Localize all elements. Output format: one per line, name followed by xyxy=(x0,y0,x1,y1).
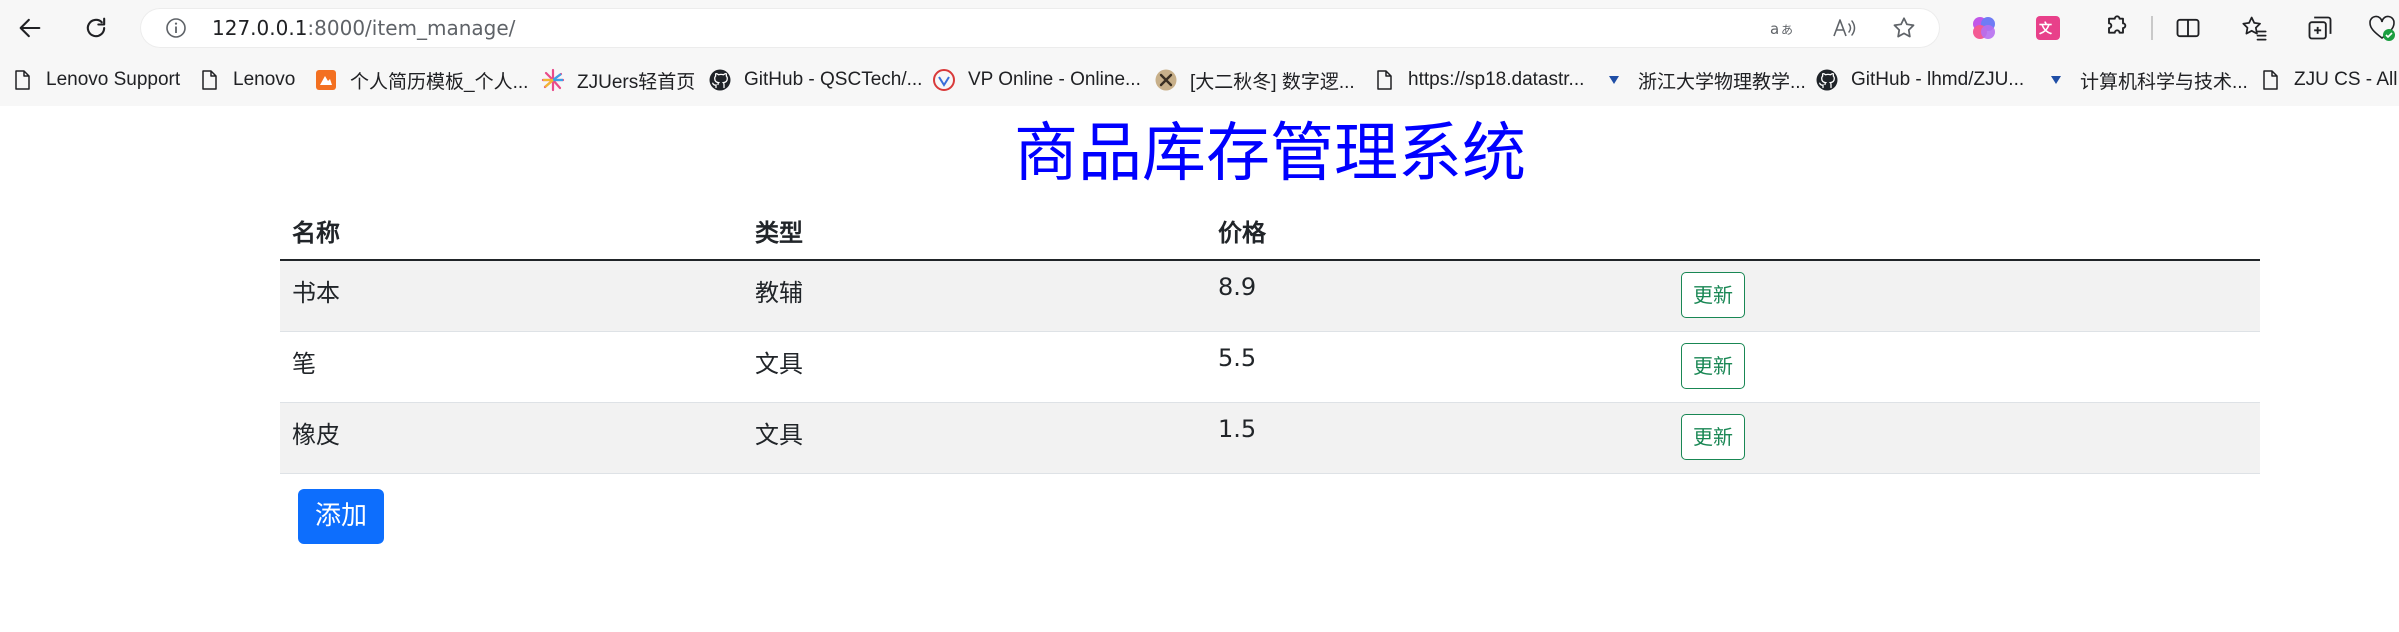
bookmark-item[interactable]: Lenovo xyxy=(197,64,295,96)
header-action xyxy=(1669,202,2260,261)
bookmarks-bar: Lenovo Support Lenovo 个人简历模板_个人... ZJUer… xyxy=(0,56,2399,106)
header-type: 类型 xyxy=(743,202,1206,261)
collections-button[interactable] xyxy=(2304,12,2336,44)
table-row: 书本 教辅 8.9 更新 xyxy=(280,260,2260,332)
page-icon xyxy=(10,68,34,92)
bookmark-item[interactable]: GitHub - lhmd/ZJU... xyxy=(1815,64,2024,96)
bookmark-item[interactable]: ZJU CS - All S xyxy=(2258,64,2399,96)
cell-type: 文具 xyxy=(743,402,1206,474)
cell-type: 教辅 xyxy=(743,260,1206,332)
header-name: 名称 xyxy=(280,202,743,261)
collections-icon xyxy=(2308,16,2332,40)
cross-icon xyxy=(1154,68,1178,92)
translate-button[interactable]: a あ xyxy=(1768,14,1796,42)
bookmark-item[interactable]: [大二秋冬] 数字逻... xyxy=(1154,64,1355,96)
cell-name: 橡皮 xyxy=(280,402,743,474)
table-header-row: 名称 类型 价格 xyxy=(280,202,2260,261)
copilot-button[interactable] xyxy=(1968,12,2000,44)
bookmark-label: 个人简历模板_个人... xyxy=(350,71,529,93)
bookmark-item[interactable]: 计算机科学与技术... xyxy=(2044,64,2248,96)
read-aloud-icon xyxy=(1833,19,1856,37)
github-icon xyxy=(708,68,732,92)
bookmark-label: ZJUers轻首页 xyxy=(577,71,696,93)
extensions-button[interactable] xyxy=(2100,12,2132,44)
back-arrow-icon xyxy=(19,18,41,38)
address-bar[interactable]: 127.0.0.1:8000/item_manage/ a あ xyxy=(140,8,1940,48)
bookmark-label: 浙江大学物理教学... xyxy=(1638,71,1806,93)
svg-text:あ: あ xyxy=(1781,23,1793,37)
update-button[interactable]: 更新 xyxy=(1681,413,1745,460)
toolbar-divider xyxy=(2151,16,2153,40)
cell-name: 笔 xyxy=(280,331,743,403)
bookmark-label: GitHub - QSCTech/... xyxy=(744,69,923,90)
cell-price: 1.5 xyxy=(1206,402,1669,474)
bookmark-item[interactable]: https://sp18.datastr... xyxy=(1372,64,1584,96)
url-path: :8000/item_manage/ xyxy=(307,16,516,40)
bookmark-label: [大二秋冬] 数字逻... xyxy=(1190,71,1355,93)
bookmark-item[interactable]: 个人简历模板_个人... xyxy=(314,64,528,96)
cell-price: 5.5 xyxy=(1206,331,1669,403)
bookmark-item[interactable]: VP Online - Online... xyxy=(932,64,1141,96)
site-info-icon[interactable] xyxy=(164,16,188,40)
bookmark-label: https://sp18.datastr... xyxy=(1408,69,1585,90)
favorites-list-icon xyxy=(2242,16,2267,41)
triangle-icon xyxy=(2044,68,2068,92)
github-icon xyxy=(1815,68,1839,92)
favorites-button[interactable] xyxy=(2238,12,2270,44)
page-icon xyxy=(1372,68,1396,92)
translator-extension-icon: 文 xyxy=(2036,16,2060,40)
split-screen-button[interactable] xyxy=(2172,12,2204,44)
translate-icon: a あ xyxy=(1770,20,1793,38)
url-host: 127.0.0.1 xyxy=(212,16,308,40)
svg-text:a: a xyxy=(1770,20,1779,38)
back-button[interactable] xyxy=(10,8,50,48)
cell-action: 更新 xyxy=(1669,331,2260,403)
bookmark-item[interactable]: Lenovo Support xyxy=(10,64,180,96)
performance-button[interactable] xyxy=(2366,12,2398,44)
page-content: 商品库存管理系统 名称 类型 价格 书本 教辅 8.9 更新 笔 文具 5.5 … xyxy=(0,106,2399,632)
copilot-icon xyxy=(1973,17,1995,39)
bookmark-item[interactable]: 浙江大学物理教学... xyxy=(1602,64,1806,96)
bookmark-label: GitHub - lhmd/ZJU... xyxy=(1851,69,2025,90)
cell-type: 文具 xyxy=(743,331,1206,403)
vp-online-icon xyxy=(932,68,956,92)
star-icon xyxy=(1893,17,1915,38)
page-title: 商品库存管理系统 xyxy=(1014,117,1526,191)
update-button[interactable]: 更新 xyxy=(1681,272,1745,318)
cell-price: 8.9 xyxy=(1206,260,1669,332)
header-price: 价格 xyxy=(1206,202,1669,261)
read-aloud-button[interactable] xyxy=(1830,14,1858,42)
add-button[interactable]: 添加 xyxy=(298,489,384,544)
items-table: 名称 类型 价格 书本 教辅 8.9 更新 笔 文具 5.5 更新 橡皮 文具 xyxy=(280,202,2260,474)
bookmark-label: 计算机科学与技术... xyxy=(2080,71,2248,93)
split-screen-icon xyxy=(2176,18,2200,38)
bookmark-item[interactable]: GitHub - QSCTech/... xyxy=(708,64,922,96)
pinwheel-icon xyxy=(541,68,565,92)
table-row: 笔 文具 5.5 更新 xyxy=(280,331,2260,403)
cell-action: 更新 xyxy=(1669,402,2260,474)
bookmark-label: Lenovo Support xyxy=(46,69,181,90)
puzzle-icon xyxy=(2108,15,2127,34)
svg-text:文: 文 xyxy=(2039,21,2053,37)
page-icon xyxy=(2258,68,2282,92)
bookmark-label: VP Online - Online... xyxy=(968,69,1141,90)
reload-button[interactable] xyxy=(76,8,116,48)
favorite-star-button[interactable] xyxy=(1890,14,1918,42)
page-icon xyxy=(197,68,221,92)
triangle-icon xyxy=(1602,68,1626,92)
bookmark-item[interactable]: ZJUers轻首页 xyxy=(541,64,695,96)
resume-site-icon xyxy=(314,68,338,92)
update-button[interactable]: 更新 xyxy=(1681,342,1745,389)
cell-action: 更新 xyxy=(1669,260,2260,332)
bookmark-label: Lenovo xyxy=(233,69,296,90)
table-row: 橡皮 文具 1.5 更新 xyxy=(280,402,2260,474)
bookmark-label: ZJU CS - All S xyxy=(2294,69,2399,90)
heart-pulse-icon xyxy=(2369,15,2395,41)
browser-toolbar: 127.0.0.1:8000/item_manage/ a あ 文 xyxy=(0,0,2399,56)
url-text[interactable]: 127.0.0.1:8000/item_manage/ xyxy=(212,15,515,41)
translator-extension-button[interactable]: 文 xyxy=(2032,12,2064,44)
cell-name: 书本 xyxy=(280,260,743,332)
reload-icon xyxy=(86,17,106,38)
